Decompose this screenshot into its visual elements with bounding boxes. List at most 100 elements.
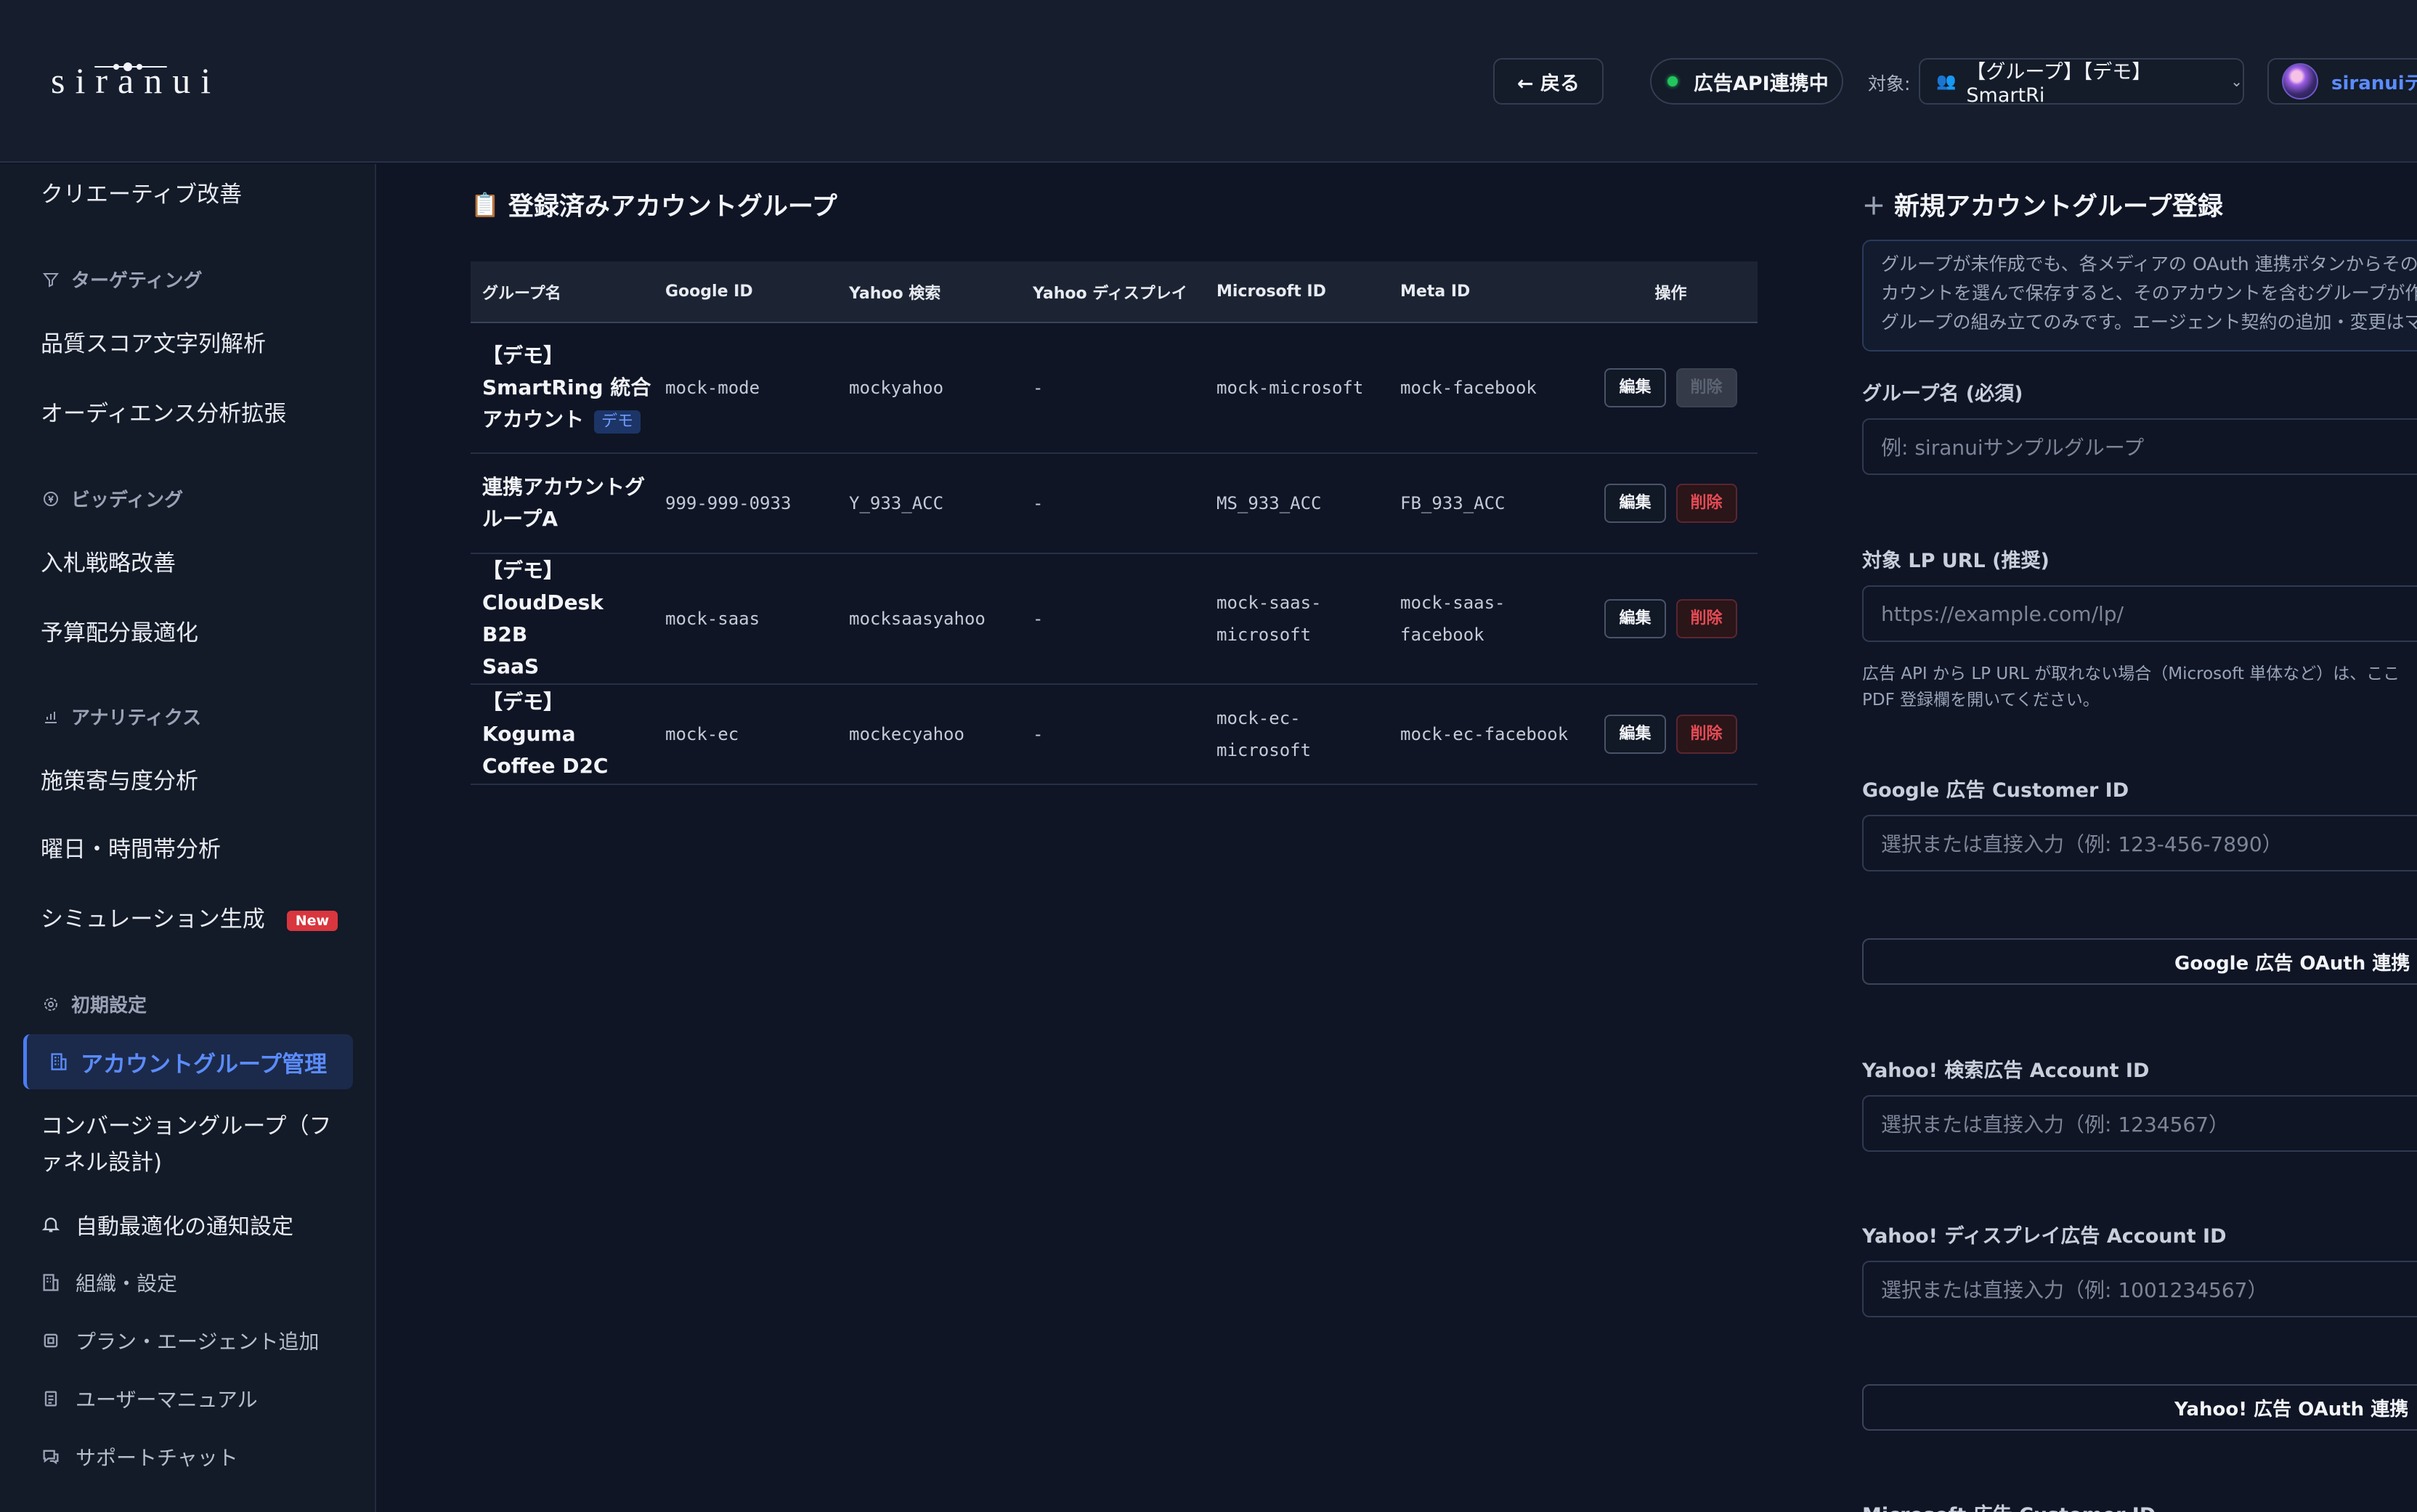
operations-cell: 編集 削除 xyxy=(1572,322,1758,454)
column-header: Meta ID xyxy=(1389,261,1572,323)
sidebar: クリエーティブ改善 ターゲティング 品質スコア文字列解析 オーディエンス分析拡張… xyxy=(0,164,376,1512)
sidebar-section-targeting: ターゲティング xyxy=(41,266,202,293)
cell-line: mock-ec-facebook xyxy=(1400,724,1569,744)
meta-id-cell: mock-facebook xyxy=(1389,322,1572,454)
sidebar-item-notification[interactable]: 自動最適化の通知設定 xyxy=(41,1208,293,1240)
sidebar-section-analytics: アナリティクス xyxy=(41,703,201,730)
registered-groups-title: 📋 登録済みアカウントグループ xyxy=(471,186,837,223)
account-groups-table: グループ名 Google ID Yahoo 検索 Yahoo ディスプレイ Mi… xyxy=(471,261,1758,785)
new-badge: New xyxy=(286,910,338,931)
microsoft-id-cell: mock-microsoft xyxy=(1205,322,1389,454)
lp-url-label: 対象 LP URL (推奨) xyxy=(1862,550,2050,572)
building-icon xyxy=(51,1053,67,1070)
cell-line: mock-microsoft xyxy=(1216,378,1364,398)
sidebar-item-plan[interactable]: プラン・エージェント追加 xyxy=(41,1326,319,1355)
delete-button[interactable]: 削除 xyxy=(1675,599,1737,638)
meta-id-cell: mock-saas- facebook xyxy=(1389,553,1572,685)
group-name-line: ループA xyxy=(482,507,558,531)
delete-button[interactable]: 削除 xyxy=(1675,715,1737,754)
google-customer-id-input[interactable]: 選択または直接入力（例: 123-456-7890） xyxy=(1862,815,2417,871)
group-name-line: 【デモ】 xyxy=(482,344,564,367)
top-header: siranui ← 戻る 広告API連携中 対象: 👥 【グループ】【デモ】Sm… xyxy=(0,0,2417,163)
api-status-label: 広告API連携中 xyxy=(1694,72,1829,95)
sidebar-item-conversion-group[interactable]: コンバージョングループ（フ ァネル設計) xyxy=(41,1108,332,1181)
sidebar-item-contribution[interactable]: 施策寄与度分析 xyxy=(41,763,198,795)
yahoo-display-id-label: Yahoo! ディスプレイ広告 Account ID xyxy=(1862,1225,2227,1248)
sidebar-item-manual[interactable]: ユーザーマニュアル xyxy=(41,1384,258,1413)
sidebar-item-simulation[interactable]: シミュレーション生成 New xyxy=(41,901,338,933)
cell-line: microsoft xyxy=(1216,740,1312,760)
bar-chart-icon xyxy=(41,707,61,727)
edit-button[interactable]: 編集 xyxy=(1604,715,1666,754)
sidebar-section-initial: 初期設定 xyxy=(41,991,147,1017)
target-select[interactable]: 👥 【グループ】【デモ】SmartRi ⌄ xyxy=(1919,58,2244,107)
user-menu[interactable]: siranuiデモ xyxy=(2267,58,2417,105)
cell-line: mock-saas- xyxy=(1400,593,1506,613)
edit-button[interactable]: 編集 xyxy=(1604,368,1666,407)
column-header: Yahoo 検索 xyxy=(837,261,1021,323)
target-label: 対象: xyxy=(1868,73,1911,94)
lp-url-input[interactable]: https://example.com/lp/ xyxy=(1862,585,2417,642)
sidebar-item-day-time[interactable]: 曜日・時間帯分析 xyxy=(41,831,221,863)
sidebar-item-org[interactable]: 組織・設定 xyxy=(41,1268,177,1297)
sidebar-item-account-group[interactable]: アカウントグループ管理 xyxy=(23,1034,353,1089)
column-header: Microsoft ID xyxy=(1205,261,1389,323)
sidebar-item-support[interactable]: サポートチャット xyxy=(41,1442,238,1471)
yahoo-search-cell: Y_933_ACC xyxy=(837,453,1021,554)
cell-line: facebook xyxy=(1400,625,1484,645)
group-name-line: 【デモ】Koguma xyxy=(482,690,576,746)
clipboard-icon: 📋 xyxy=(471,190,500,219)
column-header: Yahoo ディスプレイ xyxy=(1021,261,1205,323)
sidebar-item-label: プラン・エージェント追加 xyxy=(76,1330,320,1354)
yahoo-display-id-input[interactable]: 選択または直接入力（例: 1001234567） xyxy=(1862,1261,2417,1317)
group-name-line: SaaS xyxy=(482,654,540,678)
group-name-cell: 【デモ】Koguma Coffee D2C xyxy=(471,684,654,785)
section-title-label: 新規アカウントグループ登録 xyxy=(1894,192,2223,221)
coin-icon xyxy=(41,489,61,509)
edit-button[interactable]: 編集 xyxy=(1604,599,1666,638)
google-oauth-button[interactable]: Google 広告 OAuth 連携 xyxy=(1862,938,2417,985)
google-customer-id-label: Google 広告 Customer ID xyxy=(1862,779,2129,802)
sidebar-item-label: アカウントグループ管理 xyxy=(81,1051,328,1078)
microsoft-id-cell: mock-saas- microsoft xyxy=(1205,553,1389,685)
demo-badge: デモ xyxy=(594,410,641,434)
table-row: 【デモ】 CloudDesk B2B SaaS mock-saas mocksa… xyxy=(471,553,1758,685)
yahoo-search-id-label: Yahoo! 検索広告 Account ID xyxy=(1862,1060,2150,1082)
cell-line: mock-ec- xyxy=(1216,708,1301,728)
group-name-line: CloudDesk B2B xyxy=(482,590,604,646)
info-line: カウントを選んで保存すると、そのアカウントを含むグループが作 xyxy=(1881,283,2417,304)
help-line: PDF 登録欄を開いてください。 xyxy=(1862,691,2100,710)
operations-cell: 編集 削除 xyxy=(1572,453,1758,554)
sidebar-item-bid-strategy[interactable]: 入札戦略改善 xyxy=(41,545,176,577)
delete-button[interactable]: 削除 xyxy=(1675,484,1737,523)
yahoo-search-id-input[interactable]: 選択または直接入力（例: 1234567） xyxy=(1862,1095,2417,1152)
sidebar-item-creative[interactable]: クリエーティブ改善 xyxy=(41,176,242,208)
google-id-cell: mock-saas xyxy=(654,553,837,685)
group-name-cell: 連携アカウントグ ループA xyxy=(471,453,654,554)
plus-icon: ＋ xyxy=(1862,192,1886,220)
sidebar-item-label: ユーザーマニュアル xyxy=(76,1388,258,1412)
group-name-input[interactable]: 例: siranuiサンプルグループ xyxy=(1862,418,2417,475)
table-header-row: グループ名 Google ID Yahoo 検索 Yahoo ディスプレイ Mi… xyxy=(471,261,1758,323)
edit-button[interactable]: 編集 xyxy=(1604,484,1666,523)
delete-button[interactable]: 削除 xyxy=(1675,368,1737,407)
sidebar-item-audience[interactable]: オーディエンス分析拡張 xyxy=(41,395,286,428)
section-label: アナリティクス xyxy=(71,707,202,729)
column-header: Google ID xyxy=(654,261,837,323)
app-logo[interactable]: siranui xyxy=(51,60,221,102)
section-title-label: 登録済みアカウントグループ xyxy=(508,192,837,221)
operations-cell: 編集 削除 xyxy=(1572,553,1758,685)
group-name-line: 連携アカウントグ xyxy=(482,475,646,499)
sidebar-item-budget[interactable]: 予算配分最適化 xyxy=(41,614,198,647)
yahoo-oauth-button[interactable]: Yahoo! 広告 OAuth 連携 xyxy=(1862,1384,2417,1431)
cell-line: microsoft xyxy=(1216,625,1312,645)
user-name: siranuiデモ xyxy=(2331,72,2417,94)
sidebar-item-label: サポートチャット xyxy=(76,1446,238,1470)
sidebar-item-quality-score[interactable]: 品質スコア文字列解析 xyxy=(41,325,266,358)
table-row: 【デモ】Koguma Coffee D2C mock-ec mockecyaho… xyxy=(471,684,1758,785)
info-line: グループが未作成でも、各メディアの OAuth 連携ボタンからその場 xyxy=(1881,253,2417,275)
chip-icon xyxy=(44,1333,58,1348)
group-name-label: グループ名 (必須) xyxy=(1862,383,2023,405)
back-button[interactable]: ← 戻る xyxy=(1493,58,1604,105)
sidebar-section-bidding: ビッディング xyxy=(41,485,183,512)
